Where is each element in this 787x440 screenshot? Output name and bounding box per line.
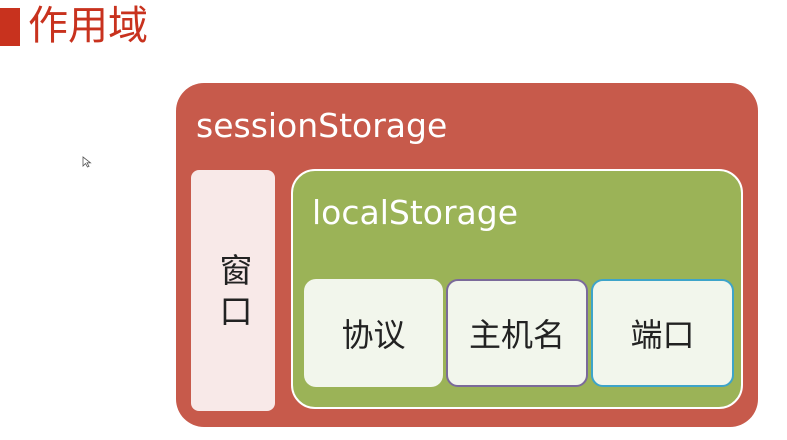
protocol-label: 协议 (341, 316, 406, 354)
window-label: 窗口 (214, 253, 253, 335)
slide-title: 作用域 (28, 3, 148, 49)
protocol-box: 协议 (304, 279, 443, 387)
session-storage-label: sessionStorage (196, 106, 448, 145)
port-label: 端口 (630, 316, 695, 354)
mouse-pointer-icon (82, 156, 92, 168)
title-accent-bar (0, 8, 20, 46)
hostname-box: 主机名 (446, 279, 588, 387)
hostname-label: 主机名 (468, 316, 565, 354)
local-storage-label: localStorage (312, 193, 519, 232)
port-box: 端口 (591, 279, 734, 387)
